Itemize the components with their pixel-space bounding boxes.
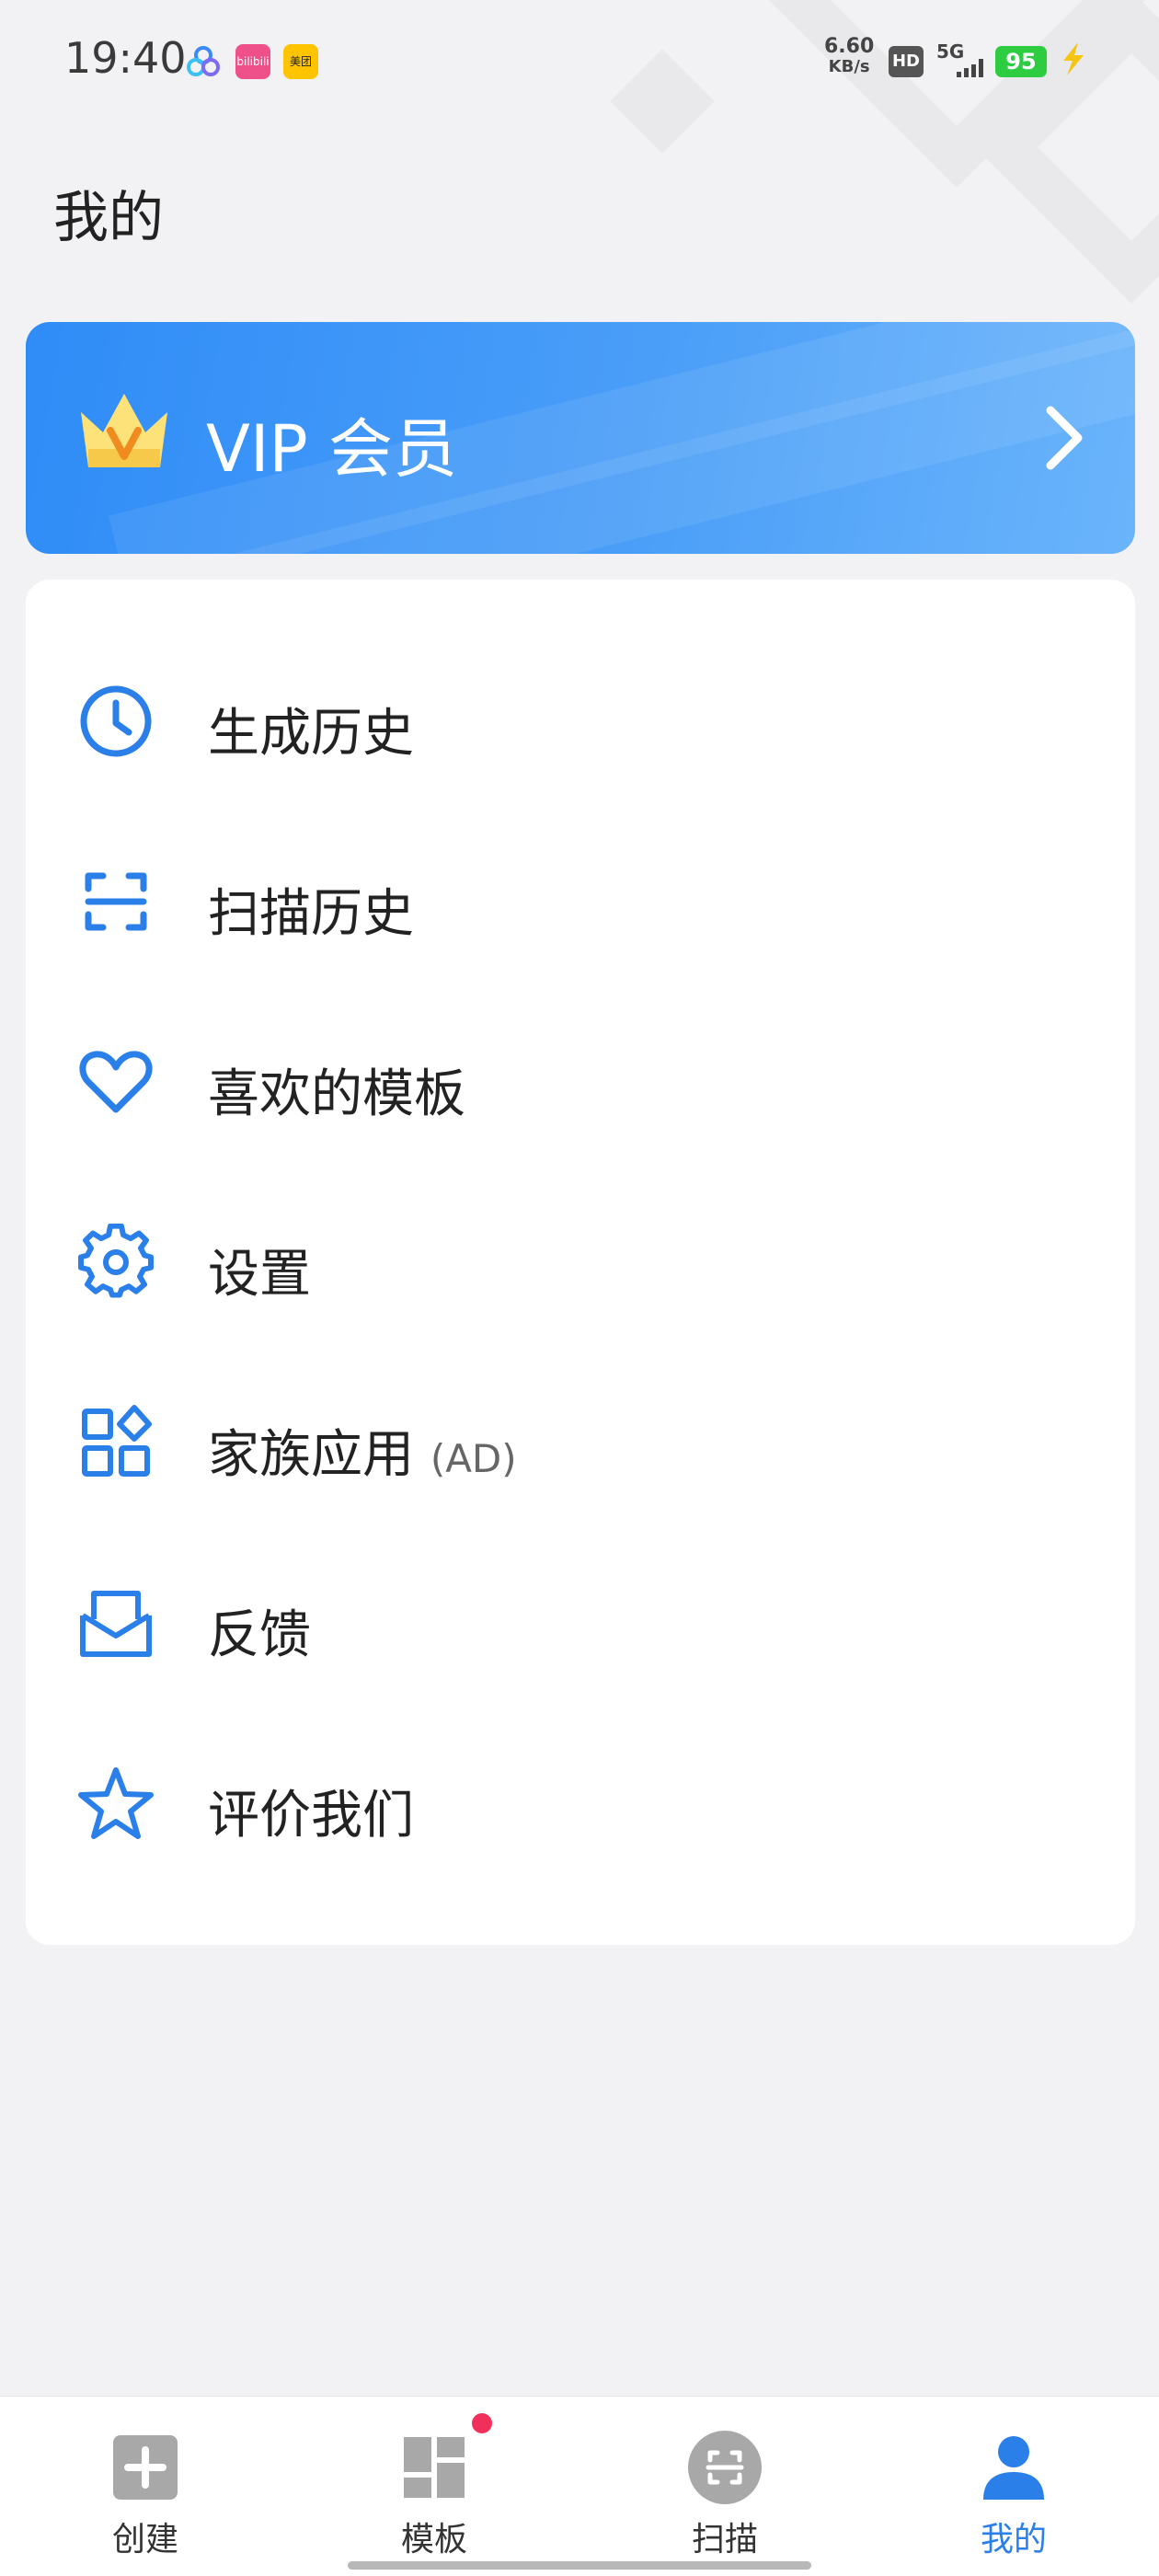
menu-item-label: 扫描历史 [208, 884, 414, 944]
menu-item-feedback[interactable]: 反馈 [26, 1533, 1135, 1713]
crown-icon [74, 385, 175, 480]
apps-grid-icon [77, 1404, 155, 1481]
ad-tag: (AD) [430, 1436, 517, 1481]
heart-icon [77, 1043, 155, 1121]
gear-icon [77, 1223, 155, 1301]
menu-item-scan-history[interactable]: 扫描历史 [26, 811, 1135, 992]
status-time: 19:40 [64, 33, 187, 83]
menu-item-label: 反馈 [208, 1605, 311, 1665]
menu-item-label: 喜欢的模板 [208, 1064, 465, 1124]
plus-square-icon [111, 2433, 179, 2501]
template-grid-icon [400, 2413, 492, 2501]
baidu-netdisk-icon [186, 44, 221, 79]
home-indicator[interactable] [348, 2561, 811, 2570]
network-speed: 6.60 KB/s [824, 35, 875, 77]
page-title: 我的 [53, 186, 164, 250]
vip-label: VIP 会员 [206, 411, 457, 487]
bilibili-icon: bilibili [235, 44, 270, 79]
charging-bolt-icon [1058, 40, 1089, 81]
nav-tab-scan[interactable]: 扫描 [651, 2431, 798, 2560]
menu-item-generate-history[interactable]: 生成历史 [26, 631, 1135, 811]
menu-card: 生成历史 扫描历史 喜欢的模板 设置 家族应用 (AD) 反馈 评价我们 [26, 580, 1135, 1945]
scan-frame-icon [77, 863, 155, 940]
menu-item-favorite-templates[interactable]: 喜欢的模板 [26, 992, 1135, 1172]
menu-item-label: 设置 [208, 1245, 311, 1305]
envelope-icon [77, 1584, 155, 1662]
scan-circle-icon [688, 2431, 762, 2504]
nav-tab-create[interactable]: 创建 [72, 2433, 219, 2560]
battery-indicator: 95 [995, 46, 1047, 77]
menu-item-label: 评价我们 [208, 1786, 414, 1846]
clock-icon [77, 683, 155, 760]
vip-membership-card[interactable]: VIP 会员 [26, 322, 1135, 554]
nav-label: 扫描 [691, 2521, 758, 2559]
nav-tab-mine[interactable]: 我的 [940, 2433, 1087, 2560]
notification-dot [472, 2413, 492, 2433]
person-icon [980, 2433, 1048, 2501]
menu-item-rate-us[interactable]: 评价我们 [26, 1713, 1135, 1893]
signal-icon [957, 59, 984, 77]
menu-item-label: 家族应用 (AD) [208, 1425, 517, 1485]
star-icon [77, 1765, 155, 1842]
hd-badge: HD [889, 46, 924, 77]
bottom-navigation: 创建 模板 扫描 我的 [0, 2396, 1159, 2576]
nav-label: 创建 [111, 2521, 178, 2559]
nav-label: 模板 [400, 2521, 467, 2559]
menu-item-label: 生成历史 [208, 704, 414, 764]
nav-label: 我的 [980, 2521, 1047, 2559]
meituan-icon: 美团 [283, 44, 318, 79]
menu-item-family-apps[interactable]: 家族应用 (AD) [26, 1352, 1135, 1533]
nav-tab-templates[interactable]: 模板 [361, 2413, 508, 2560]
menu-item-settings[interactable]: 设置 [26, 1172, 1135, 1352]
chevron-right-icon [1041, 403, 1087, 477]
status-bar: 19:40 bilibili 美团 6.60 KB/s HD 5G 95 [0, 0, 1159, 120]
